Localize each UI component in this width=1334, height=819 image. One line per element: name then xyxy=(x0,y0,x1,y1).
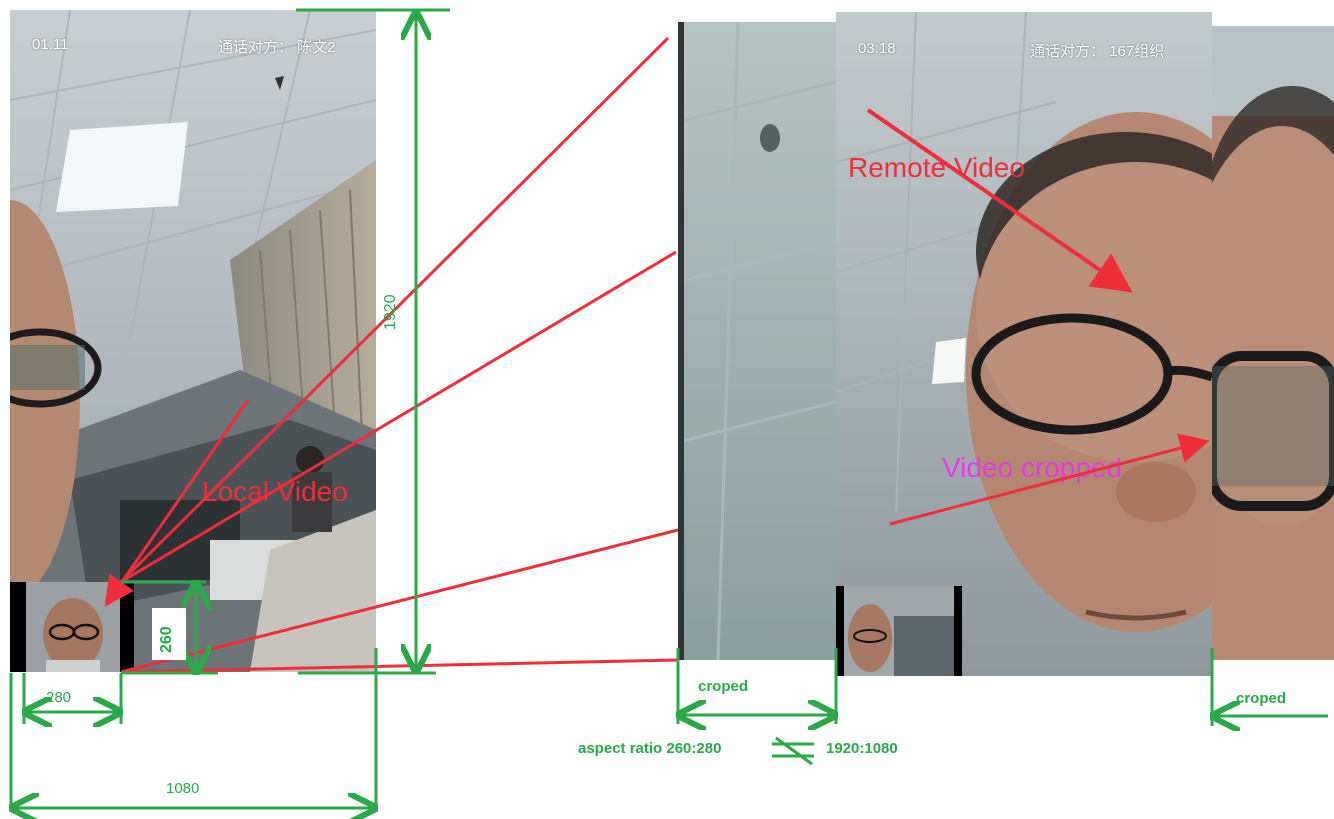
middle-croped-label: croped xyxy=(698,678,749,695)
video-cropped-arrow xyxy=(889,433,1210,526)
annotation-overlay xyxy=(0,8,1328,819)
dim-260-label: 260 xyxy=(158,626,175,653)
local-video-arrow xyxy=(104,399,250,607)
right-croped-label: croped xyxy=(1236,690,1287,707)
remote-video-arrow xyxy=(866,108,1133,293)
aspect-ratio-label: aspect ratio 260:280 xyxy=(578,740,722,757)
dimension-lines xyxy=(11,8,1328,812)
projection-lines xyxy=(119,36,679,674)
dim-1080-label: 1080 xyxy=(166,780,200,797)
not-equal-slash xyxy=(775,736,813,766)
projection-line-bottom xyxy=(120,658,679,674)
dim-1920-label: 1920 xyxy=(382,294,399,330)
aspect-ratio-target: 1920:1080 xyxy=(826,740,898,757)
projection-line-lower xyxy=(120,528,679,674)
dim-280-label: 280 xyxy=(46,689,72,706)
